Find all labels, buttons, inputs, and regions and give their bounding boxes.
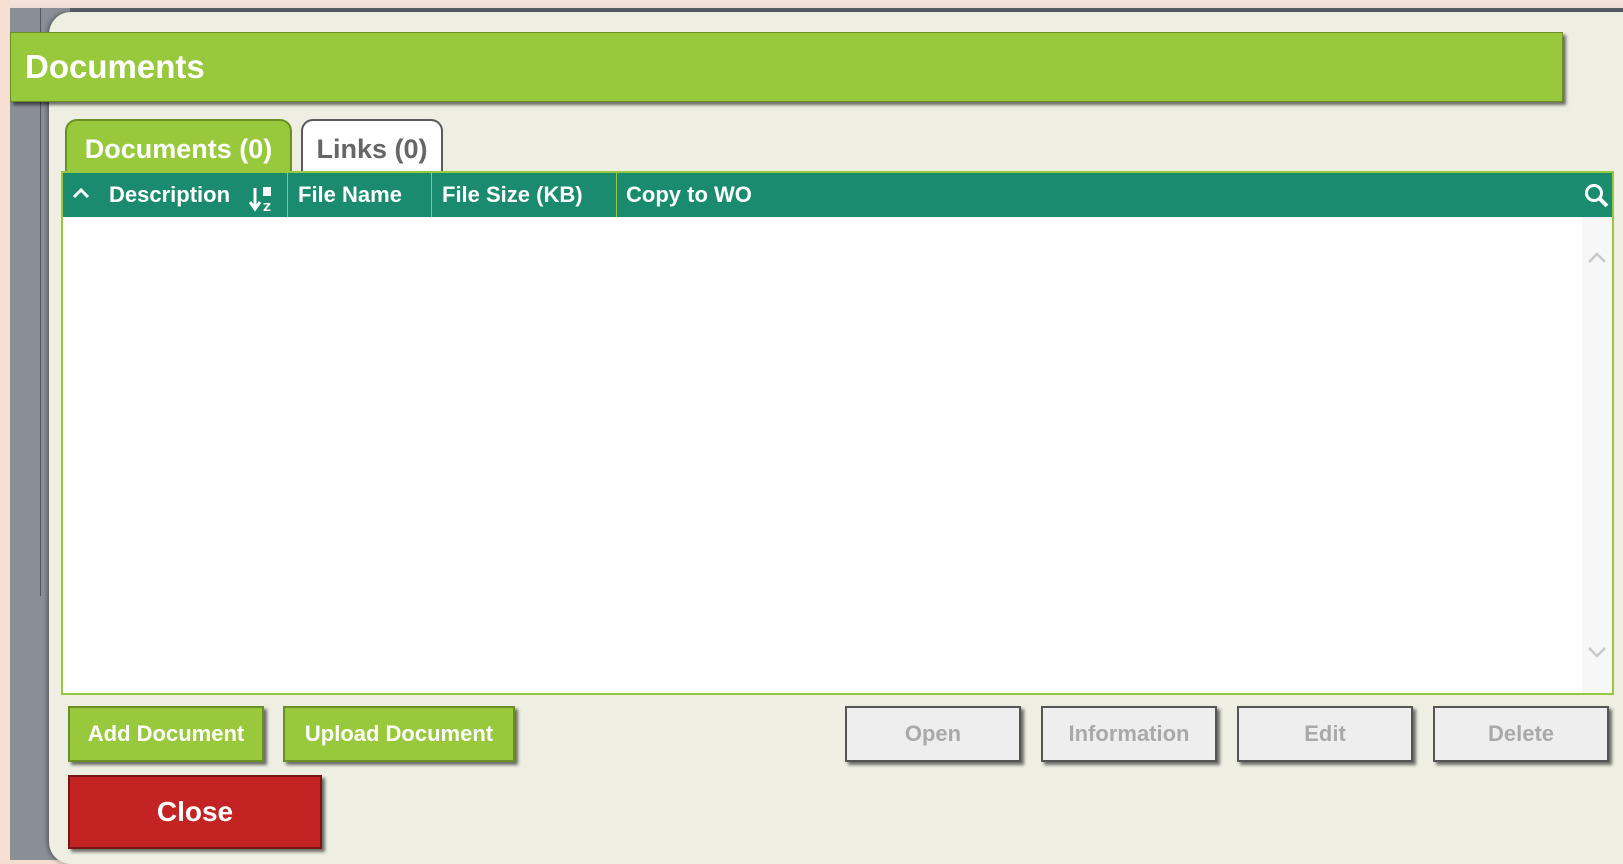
close-button[interactable]: Close (68, 775, 322, 849)
chevron-up-icon[interactable] (69, 173, 93, 217)
open-button[interactable]: Open (845, 706, 1021, 762)
scroll-up-icon[interactable] (1586, 247, 1608, 269)
add-document-button[interactable]: Add Document (68, 706, 264, 762)
edit-button[interactable]: Edit (1237, 706, 1413, 762)
documents-grid: Description Z File Name File Size (KB) C… (61, 171, 1614, 695)
dialog-title-bar: Documents (10, 32, 1563, 102)
information-button[interactable]: Information (1041, 706, 1217, 762)
column-label-description: Description (109, 182, 231, 207)
dialog-title: Documents (25, 48, 205, 85)
column-header-copy-to-wo[interactable]: Copy to WO (617, 173, 1567, 217)
grid-header: Description Z File Name File Size (KB) C… (63, 173, 1612, 217)
sort-az-icon[interactable]: Z (248, 183, 275, 214)
column-header-file-size[interactable]: File Size (KB) (432, 173, 617, 217)
column-label-file-name: File Name (298, 182, 402, 207)
tab-links[interactable]: Links (0) (301, 119, 443, 171)
scroll-down-icon[interactable] (1586, 641, 1608, 663)
column-header-file-name[interactable]: File Name (288, 173, 432, 217)
upload-document-button[interactable]: Upload Document (283, 706, 515, 762)
search-icon[interactable] (1584, 183, 1610, 209)
delete-button[interactable]: Delete (1433, 706, 1609, 762)
tab-documents[interactable]: Documents (0) (65, 119, 292, 171)
column-label-copy-to-wo: Copy to WO (626, 182, 752, 207)
svg-text:Z: Z (263, 201, 271, 212)
column-label-file-size: File Size (KB) (442, 182, 583, 207)
column-header-description[interactable]: Description Z (63, 173, 288, 217)
grid-scrollbar[interactable] (1582, 217, 1612, 693)
